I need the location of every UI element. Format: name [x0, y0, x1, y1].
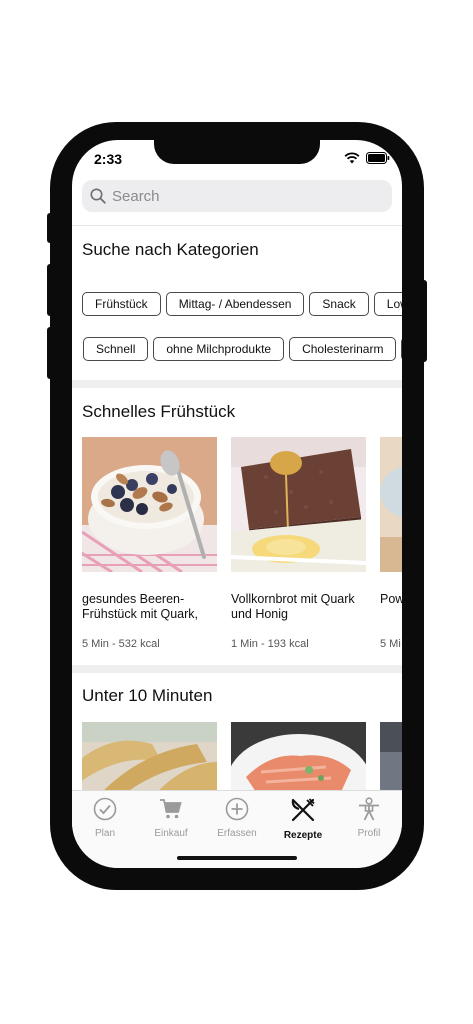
tab-label: Profil: [357, 828, 381, 839]
chip-cholesterinarm[interactable]: Cholesterinarm: [289, 337, 397, 361]
recipe-card-row: [82, 722, 402, 792]
tab-plan[interactable]: Plan: [72, 797, 138, 839]
divider: [72, 225, 402, 226]
chip-more[interactable]: I: [401, 337, 402, 361]
tab-erfassen[interactable]: Erfassen: [204, 797, 270, 839]
section-title-under-10: Unter 10 Minuten: [82, 686, 213, 705]
home-indicator: [177, 856, 297, 860]
status-icons: [344, 152, 390, 164]
section-separator: [72, 380, 402, 388]
check-circle-icon: [93, 797, 117, 821]
recipe-image[interactable]: [82, 722, 217, 792]
plus-circle-icon: [225, 797, 249, 821]
section-separator: [72, 665, 402, 673]
recipe-card[interactable]: Vollkornbrot mit Quark und Honig 1 Min -…: [231, 437, 366, 650]
recipe-card[interactable]: gesundes Beeren-Frühstück mit Quark, 5 M…: [82, 437, 217, 650]
tab-einkauf[interactable]: Einkauf: [138, 797, 204, 839]
tab-label: Erfassen: [217, 828, 257, 839]
tab-label: Plan: [94, 828, 115, 839]
recipe-image[interactable]: [231, 722, 366, 792]
chip-ohne-milchprodukte[interactable]: ohne Milchprodukte: [153, 337, 285, 361]
recipe-image: [231, 437, 366, 572]
cart-icon: [160, 799, 182, 819]
status-time: 2:33: [94, 151, 123, 167]
search-icon: [90, 188, 106, 204]
recipe-title: gesundes Beeren-Frühstück mit Quark,: [82, 592, 198, 621]
tab-label: Rezepte: [283, 830, 323, 841]
recipe-image: [82, 437, 217, 572]
recipe-meta: 5 Mi: [380, 638, 401, 650]
recipe-meta: 5 Min - 532 kcal: [82, 638, 160, 650]
wifi-icon: [344, 152, 360, 164]
recipe-title: Pow Qua: [380, 592, 402, 606]
category-chip-row-1: Frühstück Mittag- / Abendessen Snack Low…: [82, 292, 402, 316]
chip-mittag-abendessen[interactable]: Mittag- / Abendessen: [165, 292, 305, 316]
tab-label: Einkauf: [154, 828, 188, 839]
tab-rezepte[interactable]: Rezepte: [270, 797, 336, 841]
chip-fruehstueck[interactable]: Frühstück: [82, 292, 161, 316]
category-chip-row-2: Schnell ohne Milchprodukte Cholesterinar…: [83, 337, 402, 361]
chip-snack[interactable]: Snack: [309, 292, 369, 316]
battery-icon: [366, 152, 390, 164]
fork-knife-icon: [291, 798, 315, 822]
tab-profil[interactable]: Profil: [336, 797, 402, 839]
notch: [154, 140, 320, 164]
categories-title: Suche nach Kategorien: [82, 240, 259, 259]
recipe-image: [380, 437, 402, 572]
person-icon: [359, 797, 379, 821]
section-title-breakfast: Schnelles Frühstück: [82, 402, 236, 421]
app-screen: 2:33 Search Suche nach Kategorien Frühst…: [72, 140, 402, 868]
recipe-card[interactable]: Pow Qua 5 Mi: [380, 437, 402, 650]
chip-schnell[interactable]: Schnell: [83, 337, 149, 361]
search-placeholder: Search: [112, 187, 160, 205]
search-input[interactable]: Search: [82, 180, 392, 212]
recipe-image[interactable]: [380, 722, 402, 792]
recipe-title: Vollkornbrot mit Quark und Honig: [231, 592, 355, 621]
chip-low-carb[interactable]: Low C: [373, 292, 402, 316]
recipe-meta: 1 Min - 193 kcal: [231, 638, 309, 650]
recipe-card-row: gesundes Beeren-Frühstück mit Quark, 5 M…: [82, 437, 402, 650]
